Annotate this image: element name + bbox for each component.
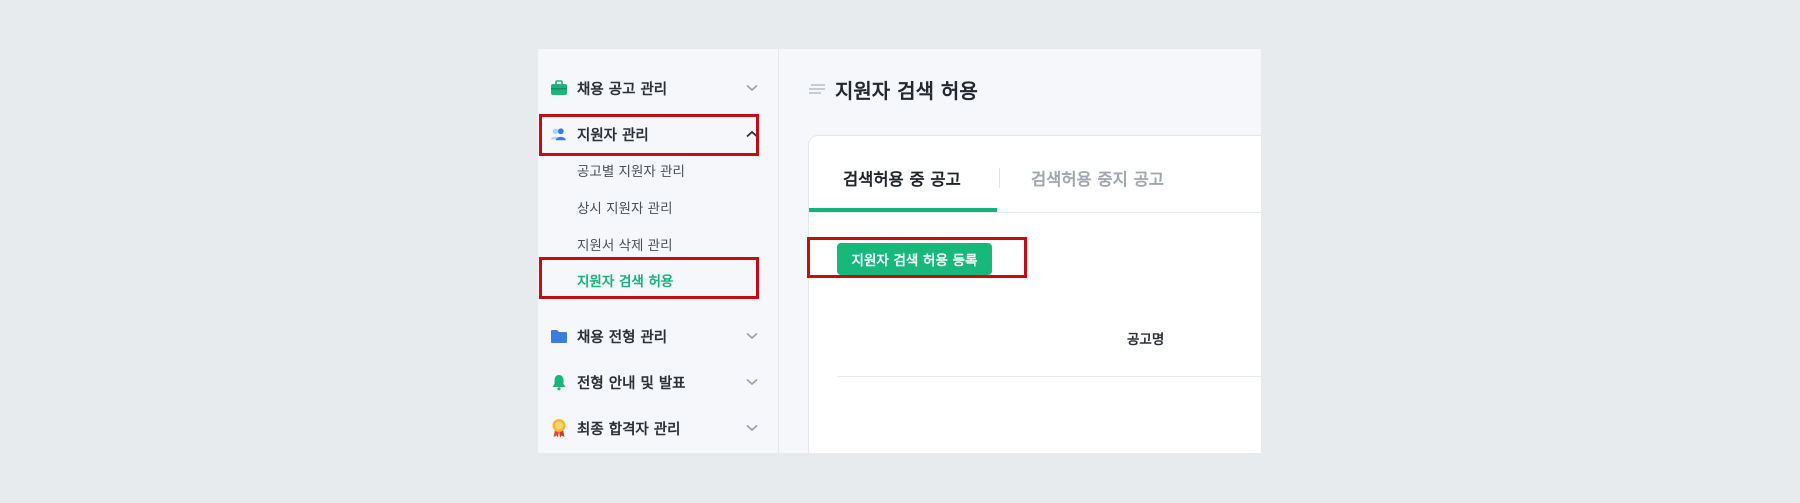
sidebar-subitem-regular-applicants[interactable]: 상시 지원자 관리 bbox=[577, 196, 673, 218]
sidebar-menu-applicants[interactable]: 지원자 관리 bbox=[550, 119, 760, 149]
tab-divider bbox=[999, 168, 1000, 188]
sidebar-subitem-applicant-search-permission[interactable]: 지원자 검색 허용 bbox=[577, 269, 673, 291]
folder-icon bbox=[550, 327, 568, 345]
content-card: 검색허용 중 공고 검색허용 중지 공고 지원자 검색 허용 등록 공고명 bbox=[808, 135, 1261, 453]
chevron-down-icon[interactable] bbox=[744, 420, 760, 436]
sidebar-menu-label: 최종 합격자 관리 bbox=[577, 421, 681, 438]
users-icon bbox=[550, 125, 568, 143]
sidebar-menu-label: 전형 안내 및 발표 bbox=[577, 375, 686, 392]
sidebar-subitem-applicants-by-posting[interactable]: 공고별 지원자 관리 bbox=[577, 159, 685, 181]
sidebar-menu-announcements[interactable]: 전형 안내 및 발표 bbox=[550, 367, 760, 397]
chevron-down-icon[interactable] bbox=[744, 374, 760, 390]
tab-search-allowed[interactable]: 검색허용 중 공고 bbox=[843, 166, 961, 190]
sidebar: 채용 공고 관리 지원자 관리 공고별 지원자 관리 상시 지원자 관리 지원서… bbox=[538, 49, 779, 453]
page-header: 지원자 검색 허용 bbox=[807, 75, 978, 104]
page-title: 지원자 검색 허용 bbox=[835, 79, 978, 103]
chevron-down-icon[interactable] bbox=[744, 80, 760, 96]
sidebar-menu-label: 지원자 관리 bbox=[577, 127, 649, 144]
sidebar-menu-final-hires[interactable]: 최종 합격자 관리 bbox=[550, 413, 760, 443]
sidebar-subitem-application-deletion[interactable]: 지원서 삭제 관리 bbox=[577, 233, 673, 255]
table-divider bbox=[837, 376, 1261, 377]
chevron-up-icon[interactable] bbox=[744, 126, 760, 142]
tab-bar: 검색허용 중 공고 검색허용 중지 공고 bbox=[809, 136, 1261, 213]
app-frame: 채용 공고 관리 지원자 관리 공고별 지원자 관리 상시 지원자 관리 지원서… bbox=[538, 49, 1261, 453]
sidebar-menu-label: 채용 전형 관리 bbox=[577, 329, 668, 346]
table-column-header-posting-name: 공고명 bbox=[1127, 332, 1165, 348]
sidebar-menu-label: 채용 공고 관리 bbox=[577, 81, 668, 98]
main-content: 지원자 검색 허용 검색허용 중 공고 검색허용 중지 공고 지원자 검색 허용… bbox=[779, 49, 1261, 453]
register-search-permission-button[interactable]: 지원자 검색 허용 등록 bbox=[837, 243, 992, 275]
sidebar-menu-recruitment-process[interactable]: 채용 전형 관리 bbox=[550, 321, 760, 351]
sidebar-menu-job-posting[interactable]: 채용 공고 관리 bbox=[550, 73, 760, 103]
menu-lines-icon bbox=[807, 80, 827, 99]
briefcase-icon bbox=[550, 79, 568, 97]
bell-icon bbox=[550, 373, 568, 391]
award-medal-icon bbox=[550, 419, 568, 438]
chevron-down-icon[interactable] bbox=[744, 328, 760, 344]
active-tab-indicator bbox=[809, 208, 997, 212]
tab-search-stopped[interactable]: 검색허용 중지 공고 bbox=[1031, 166, 1164, 190]
